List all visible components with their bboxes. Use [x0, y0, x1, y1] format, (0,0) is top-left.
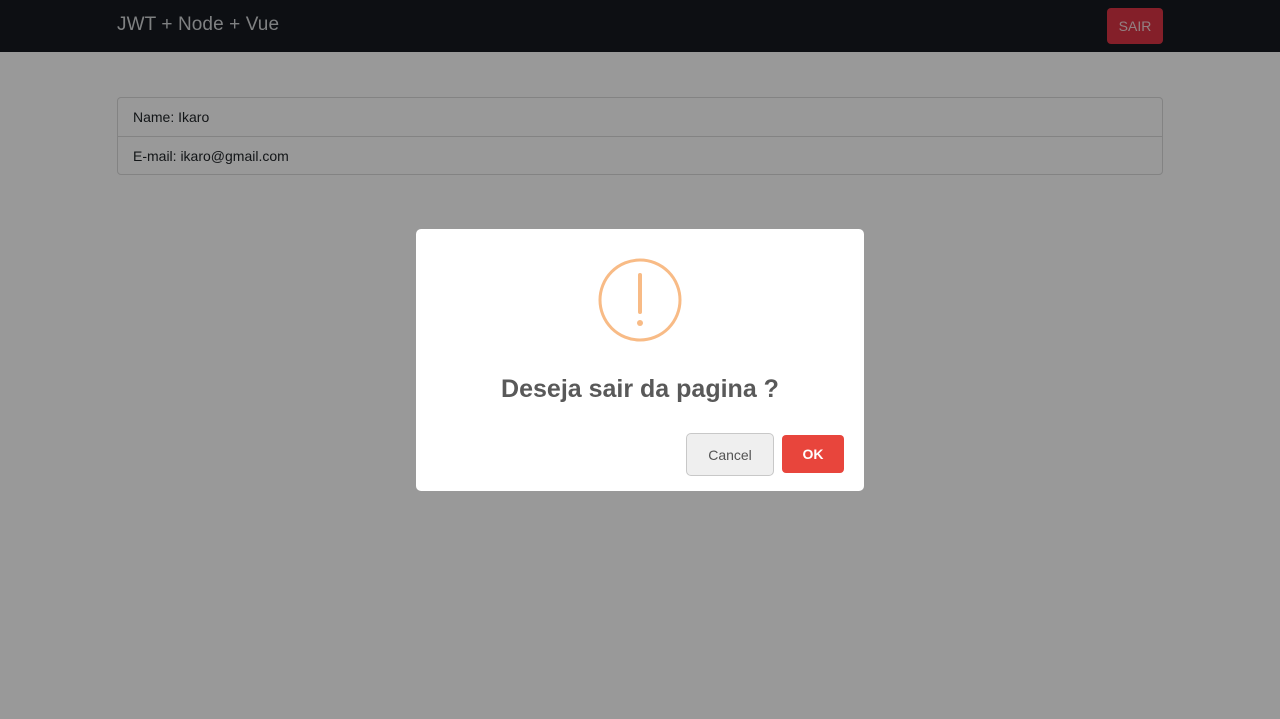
dialog-title: Deseja sair da pagina ?: [501, 375, 779, 403]
ok-button[interactable]: OK: [782, 435, 844, 473]
confirm-dialog: Deseja sair da pagina ? Cancel OK: [416, 229, 864, 491]
warning-icon: [598, 258, 682, 342]
cancel-button[interactable]: Cancel: [686, 433, 774, 476]
modal-backdrop[interactable]: Deseja sair da pagina ? Cancel OK: [0, 0, 1280, 719]
